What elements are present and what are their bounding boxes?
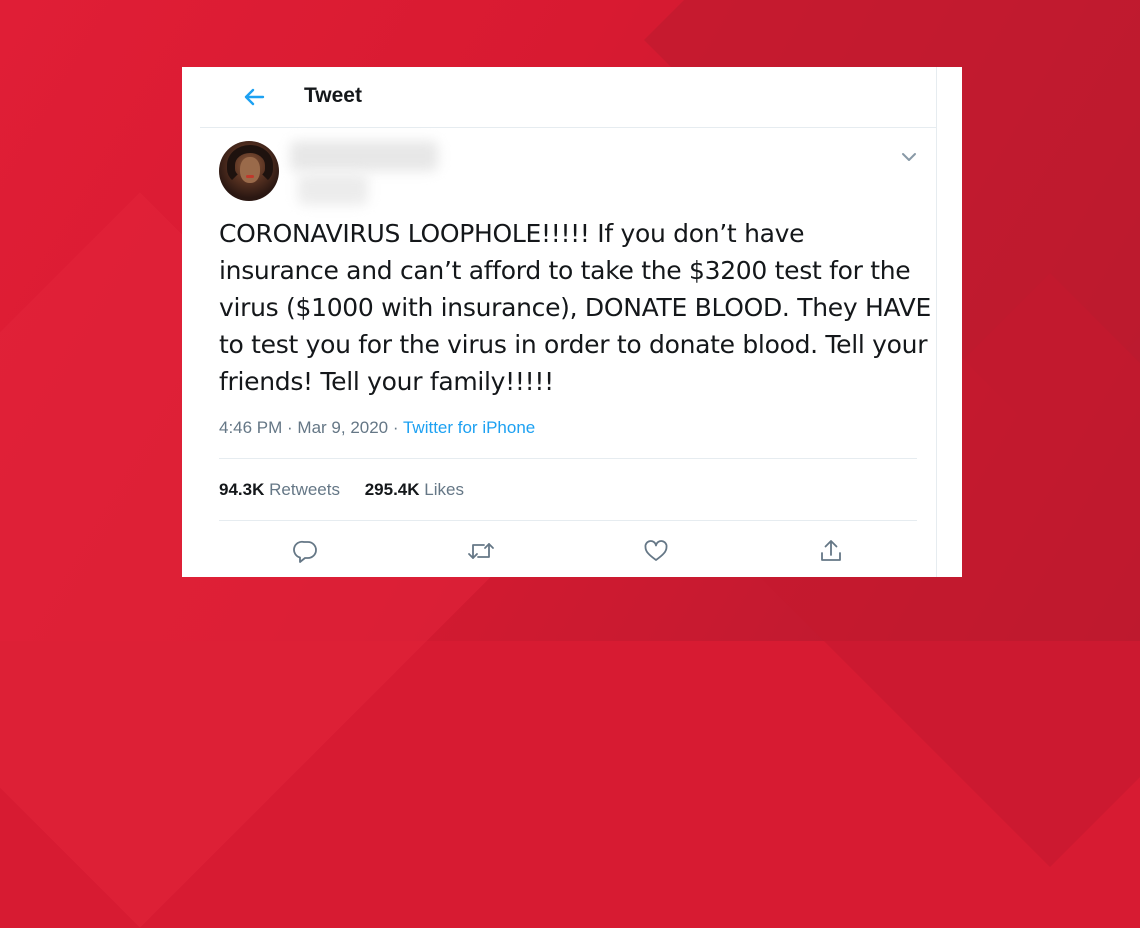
divider (936, 67, 937, 577)
divider (219, 520, 917, 521)
reply-button[interactable] (292, 537, 320, 565)
meta-separator: · (282, 418, 298, 437)
back-button[interactable] (236, 81, 272, 113)
tweet-timestamp: 4:46 PM · Mar 9, 2020 · Twitter for iPho… (219, 418, 535, 438)
tweet-time[interactable]: 4:46 PM (219, 418, 282, 437)
like-icon (644, 540, 668, 561)
retweets-label: Retweets (269, 480, 340, 499)
retweets-count: 94.3K (219, 480, 265, 499)
reply-icon (293, 540, 317, 563)
tweet-stats: 94.3K Retweets 295.4K Likes (219, 480, 464, 500)
meta-separator: · (388, 418, 403, 437)
tweet-header: Tweet (200, 67, 936, 128)
arrow-left-icon (244, 88, 265, 106)
retweets-stat[interactable]: 94.3K Retweets (219, 480, 340, 500)
redacted-username (298, 173, 368, 205)
likes-stat[interactable]: 295.4K Likes (365, 480, 464, 500)
likes-label: Likes (424, 480, 464, 499)
likes-count: 295.4K (364, 480, 420, 499)
tweet-source-link[interactable]: Twitter for iPhone (403, 418, 535, 437)
divider (219, 458, 917, 459)
chevron-down-icon (902, 153, 916, 161)
tweet-text: CORONAVIRUS LOOPHOLE!!!!! If you don’t h… (219, 219, 931, 396)
page-title: Tweet (304, 84, 362, 107)
share-icon (821, 540, 841, 561)
retweet-icon (468, 543, 494, 559)
share-button[interactable] (817, 537, 845, 565)
like-button[interactable] (642, 537, 670, 565)
avatar[interactable] (219, 141, 279, 201)
redacted-display-name (290, 141, 438, 171)
retweet-button[interactable] (467, 537, 495, 565)
tweet-date[interactable]: Mar 9, 2020 (297, 418, 388, 437)
more-options-button[interactable] (898, 147, 920, 167)
tweet-card: Tweet CORONAVIRUS LOOPHOLE!!!!! If you d… (182, 67, 962, 577)
